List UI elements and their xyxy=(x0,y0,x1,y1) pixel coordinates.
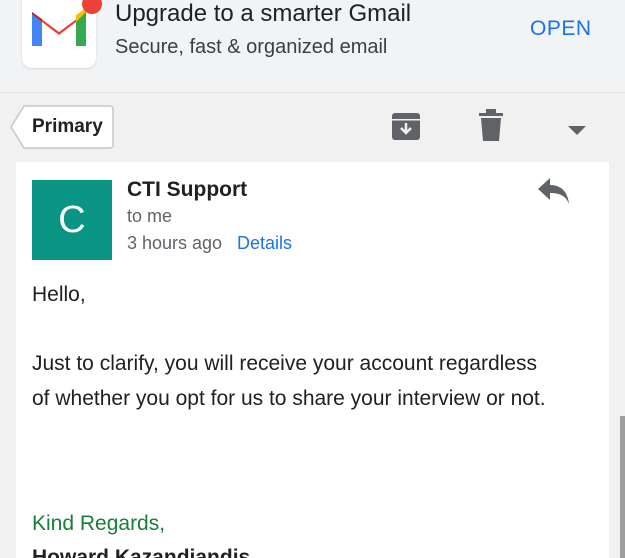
scrollbar[interactable] xyxy=(620,416,625,558)
sender-avatar[interactable]: C xyxy=(32,180,112,260)
email-closing: Kind Regards, xyxy=(32,512,166,535)
banner-title: Upgrade to a smarter Gmail xyxy=(115,0,412,27)
notification-dot xyxy=(82,0,102,14)
app-promo-banner: Upgrade to a smarter Gmail Secure, fast … xyxy=(0,0,625,92)
email-body-line-1: Just to clarify, you will receive your a… xyxy=(32,352,537,375)
email-greeting: Hello, xyxy=(32,283,86,306)
delete-icon[interactable] xyxy=(479,109,503,146)
message-toolbar: Primary xyxy=(0,92,625,162)
more-dropdown-icon[interactable] xyxy=(568,123,586,141)
details-link[interactable]: Details xyxy=(237,233,292,254)
email-body-line-2: of whether you opt for us to share your … xyxy=(32,387,546,410)
recipient-line: to me xyxy=(127,206,173,226)
sender-name[interactable]: CTI Support xyxy=(127,178,247,202)
archive-icon[interactable] xyxy=(391,111,421,146)
message-time: 3 hours ago xyxy=(127,233,223,253)
email-signature: Howard Kazandjandis xyxy=(32,546,251,558)
reply-icon[interactable] xyxy=(538,178,570,209)
open-button[interactable]: OPEN xyxy=(530,17,592,41)
email-message-card: C CTI Support to me 3 hours ago Details … xyxy=(16,162,609,558)
banner-subtitle: Secure, fast & organized email xyxy=(115,36,388,58)
gmail-logo-icon xyxy=(32,8,86,46)
label-chip-text: Primary xyxy=(32,116,103,137)
